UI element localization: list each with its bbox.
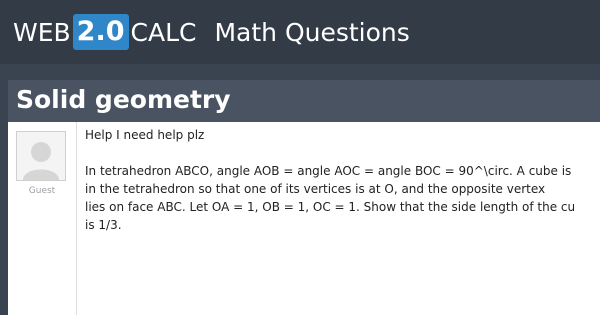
site-logo[interactable]: WEB 2.0 CALC Math Questions bbox=[13, 12, 410, 52]
question-intro: Help I need help plz bbox=[85, 128, 205, 142]
logo-calc-text: CALC bbox=[130, 17, 197, 47]
user-silhouette-icon bbox=[17, 132, 65, 180]
logo-web-text: WEB bbox=[13, 17, 71, 47]
question-line: In tetrahedron ABCO, angle AOB = angle A… bbox=[85, 164, 572, 178]
section-title-link[interactable]: Math Questions bbox=[214, 18, 409, 47]
avatar bbox=[16, 131, 66, 181]
question-card: Guest Help I need help plz In tetrahedro… bbox=[8, 122, 600, 315]
question-title: Solid geometry bbox=[16, 85, 231, 114]
question-line: is 1/3. bbox=[85, 218, 122, 232]
question-body: Help I need help plz In tetrahedron ABCO… bbox=[85, 126, 600, 234]
question-line: lies on face ABC. Let OA = 1, OB = 1, OC… bbox=[85, 200, 576, 214]
site-header: WEB 2.0 CALC Math Questions bbox=[0, 0, 600, 64]
question-line: in the tetrahedron so that one of its ve… bbox=[85, 182, 546, 196]
logo-version-badge: 2.0 bbox=[72, 14, 129, 50]
question-title-bar: Solid geometry bbox=[8, 80, 600, 122]
author-name: Guest bbox=[28, 186, 56, 196]
author-column: Guest bbox=[8, 122, 77, 315]
